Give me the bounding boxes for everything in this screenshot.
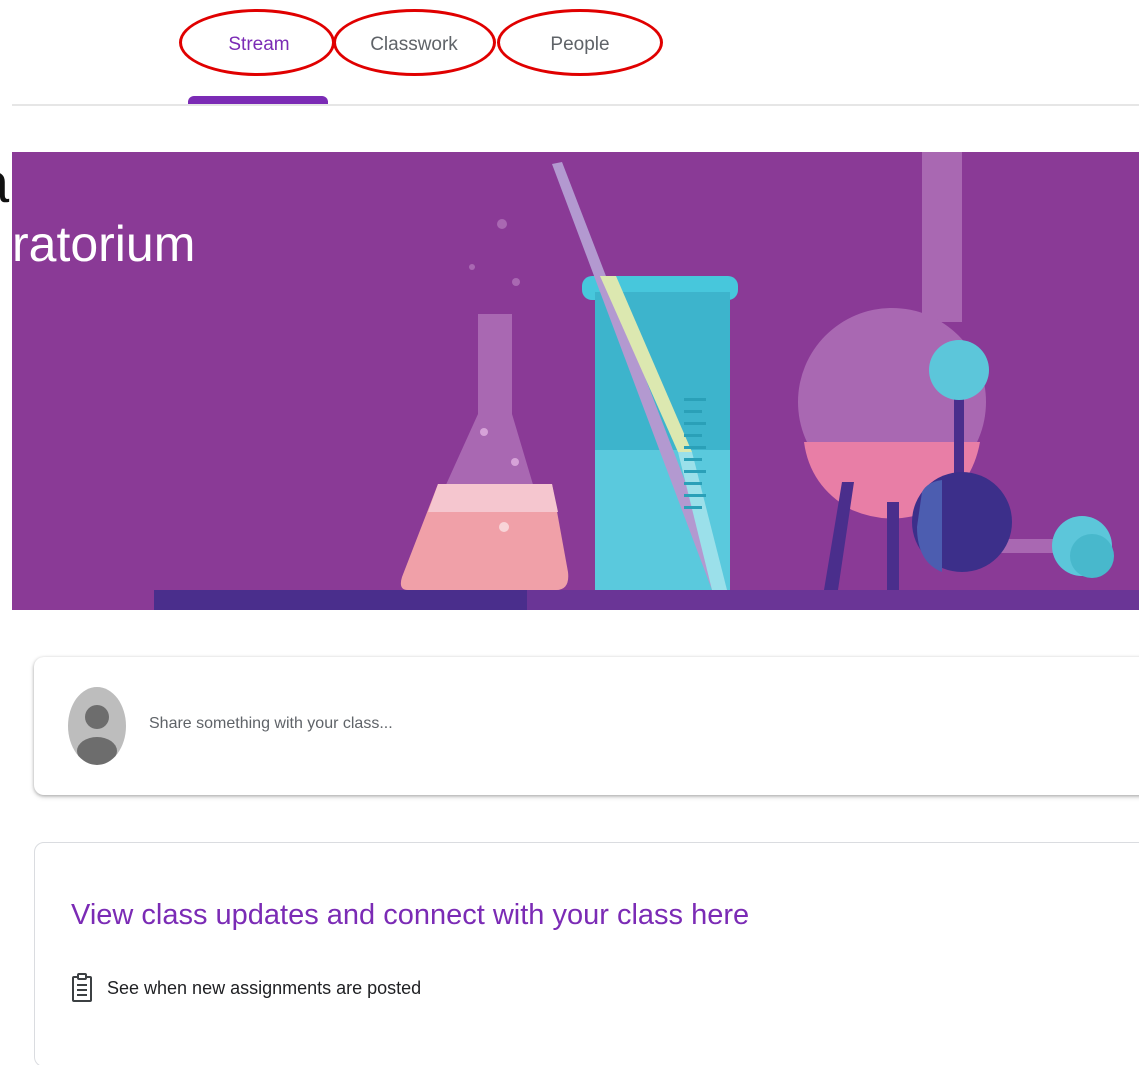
class-banner: ratorium [12, 152, 1139, 610]
person-icon [77, 705, 117, 765]
avatar [68, 687, 126, 765]
updates-item-text: See when new assignments are posted [107, 977, 422, 998]
clipped-heading-fragment: a [0, 152, 12, 222]
assignment-clipboard-icon [72, 973, 92, 1002]
tab-bar-divider [12, 104, 1139, 106]
share-composer[interactable]: Share something with your class... [34, 657, 1139, 795]
annotation-circle-classwork [333, 9, 496, 76]
tab-bar: Stream Classwork People [0, 0, 1139, 106]
class-title: ratorium [12, 216, 196, 272]
class-updates-card: View class updates and connect with your… [34, 842, 1139, 1065]
updates-heading: View class updates and connect with your… [71, 899, 750, 931]
updates-list-item: See when new assignments are posted [71, 973, 421, 1003]
classroom-page: Stream Classwork People a [0, 0, 1139, 1065]
annotation-circle-people [497, 9, 663, 76]
annotation-circle-stream [179, 9, 335, 76]
share-input[interactable]: Share something with your class... [149, 715, 393, 733]
